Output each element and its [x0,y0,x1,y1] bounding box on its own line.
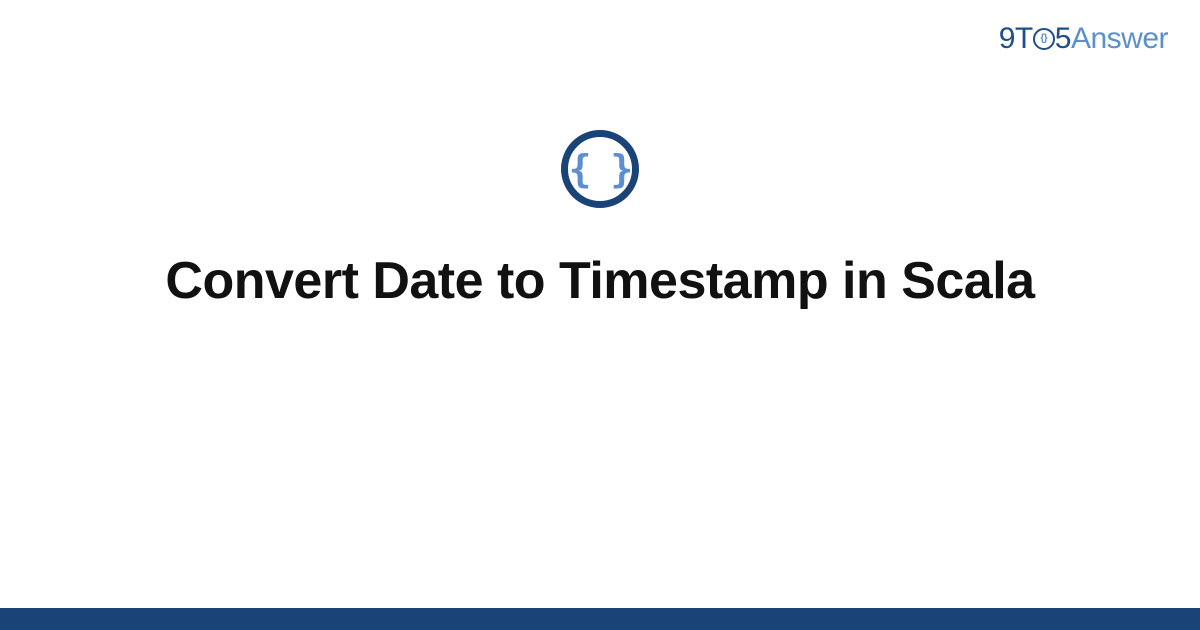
site-logo: 9T{}5Answer [999,22,1168,56]
logo-text-5: 5 [1055,22,1071,55]
braces-glyph: { } [569,147,632,191]
footer-bar [0,608,1200,630]
code-braces-icon: { } [561,130,639,208]
logo-text-answer: Answer [1071,22,1168,55]
logo-o-icon: {} [1033,28,1055,50]
main-content: { } Convert Date to Timestamp in Scala [0,130,1200,312]
page-title: Convert Date to Timestamp in Scala [165,250,1034,312]
logo-text-9t: 9T [999,22,1033,55]
